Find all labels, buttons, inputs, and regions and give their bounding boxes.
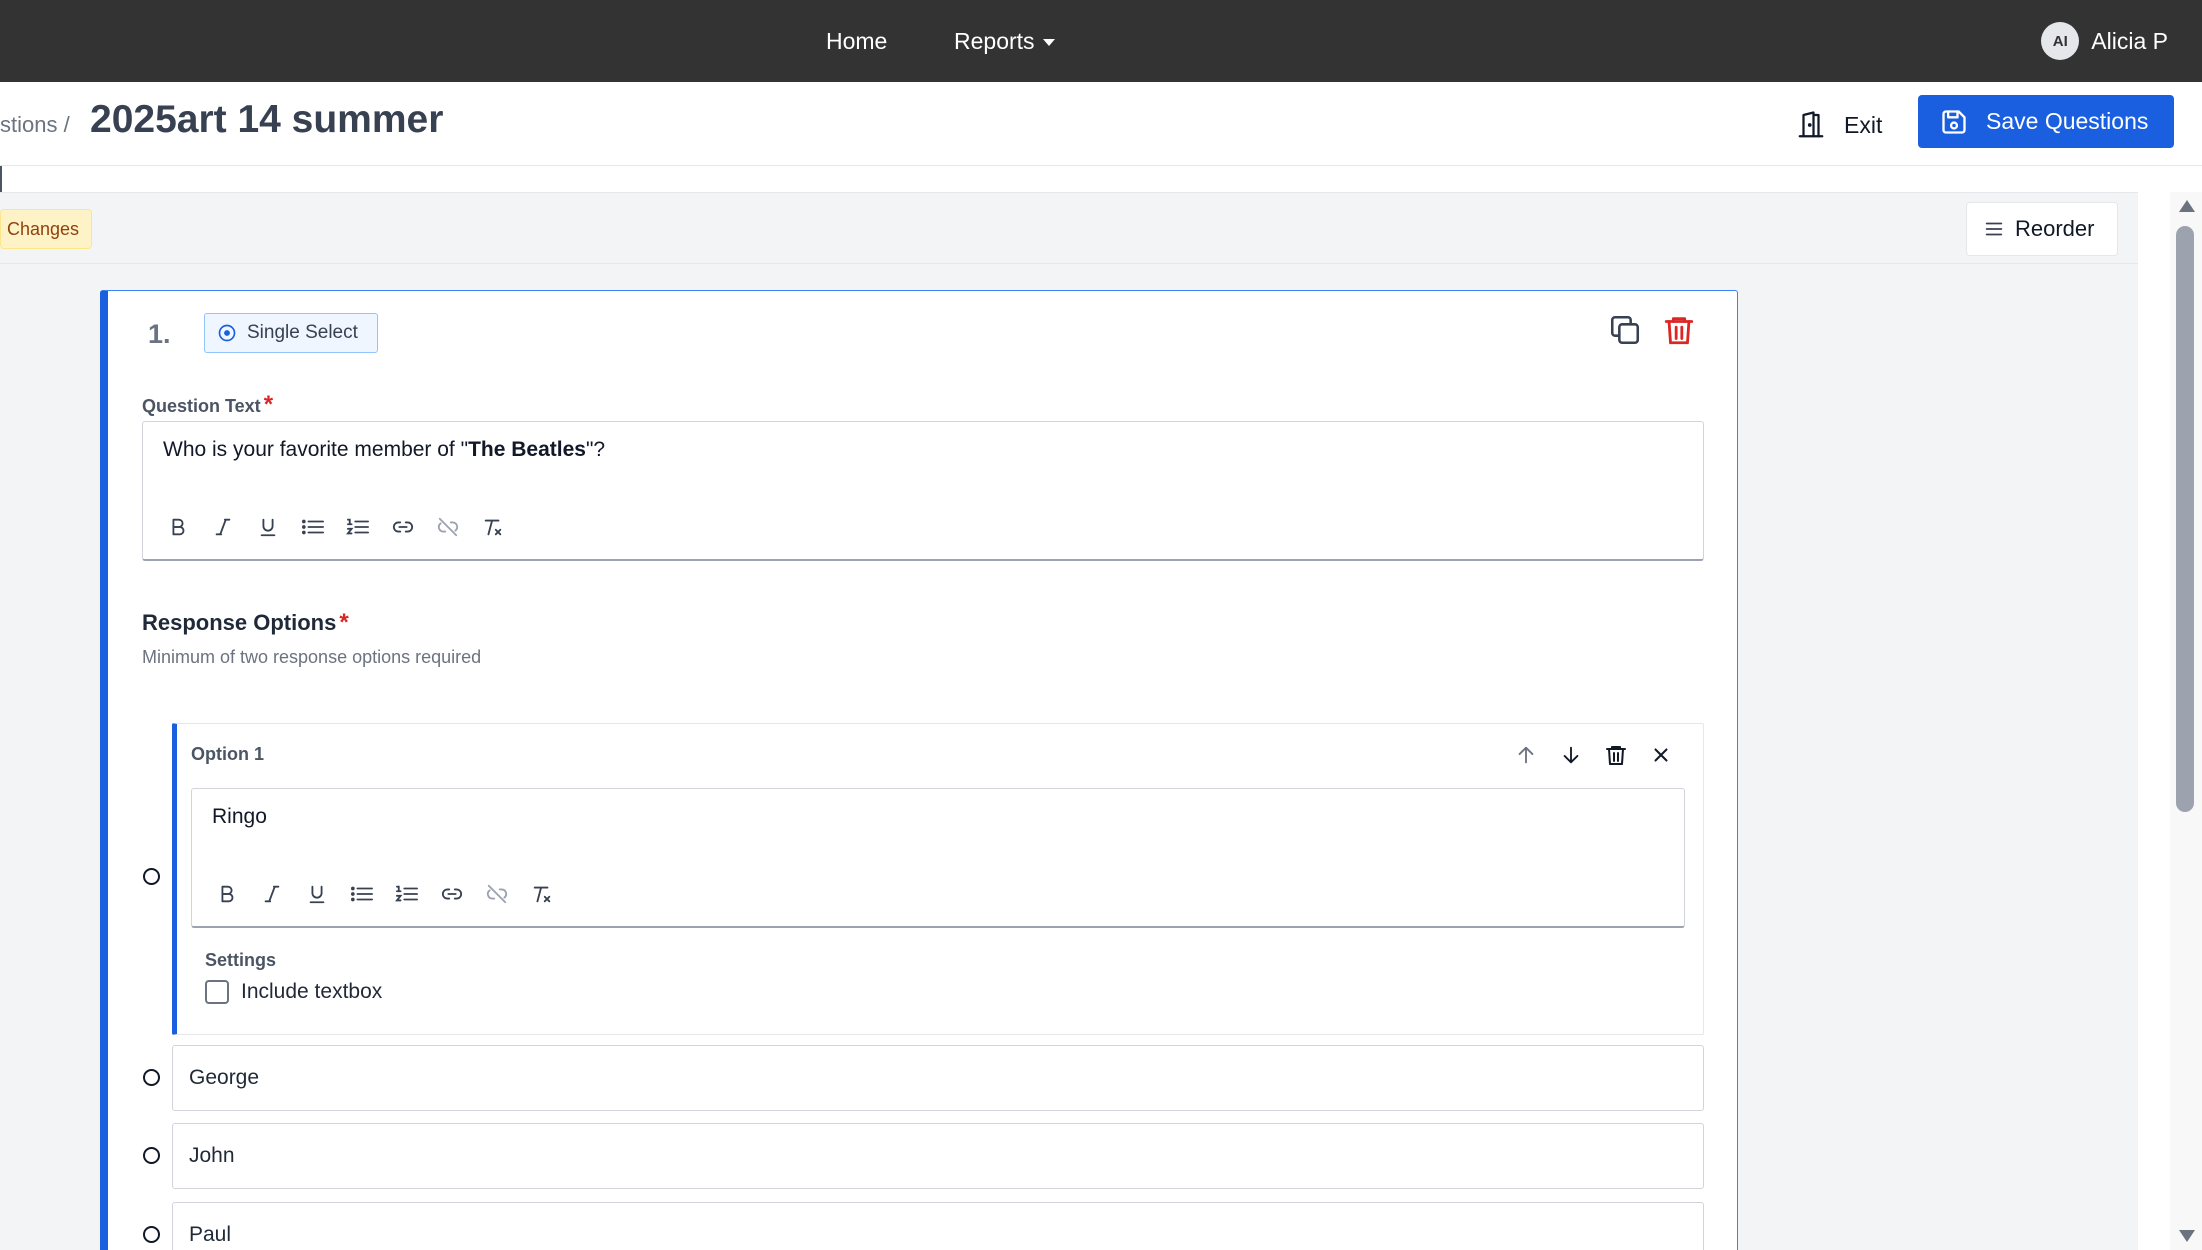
reorder-button[interactable]: Reorder	[1966, 202, 2118, 256]
required-marker: *	[263, 391, 274, 418]
user-name: Alicia P	[2091, 27, 2168, 54]
bold-icon[interactable]	[204, 877, 249, 911]
list-item[interactable]: Paul	[172, 1202, 1704, 1250]
question-type-label: Single Select	[247, 322, 358, 343]
include-textbox-row[interactable]: Include textbox	[205, 980, 382, 1004]
clear-format-icon[interactable]	[470, 510, 515, 544]
exit-button[interactable]: Exit	[1796, 102, 1882, 148]
unlink-icon[interactable]	[425, 510, 470, 544]
editor-toolbar: Changes Reorder	[0, 192, 2138, 264]
top-nav: Home Reports AI Alicia P	[0, 0, 2202, 82]
option-actions	[1503, 740, 1683, 770]
breadcrumb[interactable]: stions /	[0, 112, 70, 138]
numbered-list-icon[interactable]	[335, 510, 380, 544]
close-icon[interactable]	[1638, 740, 1683, 770]
caret-down-icon	[1042, 39, 1055, 47]
page-header: stions / 2025art 14 summer Exit Save Que…	[0, 82, 2202, 166]
question-text-label: Question Text *	[142, 391, 273, 419]
menu-lines-icon	[1985, 222, 2003, 236]
underline-icon[interactable]	[245, 510, 290, 544]
option-text-editor[interactable]: Ringo	[191, 788, 1685, 928]
page-title: 2025art 14 summer	[90, 98, 444, 141]
nav-reports-dropdown[interactable]: Reports	[954, 0, 1055, 82]
scrollbar-thumb[interactable]	[2176, 226, 2194, 812]
clear-format-icon[interactable]	[519, 877, 564, 911]
save-label: Save Questions	[1986, 108, 2149, 134]
bullet-list-icon[interactable]	[339, 877, 384, 911]
option-text-content[interactable]: Ringo	[212, 805, 267, 829]
save-questions-button[interactable]: Save Questions	[1918, 95, 2174, 148]
question-text-label-text: Question Text	[142, 396, 261, 416]
scroll-up-icon[interactable]	[2179, 200, 2195, 212]
changes-badge: Changes	[0, 209, 93, 249]
numbered-list-icon[interactable]	[384, 877, 429, 911]
underline-icon[interactable]	[294, 877, 339, 911]
rich-text-toolbar	[204, 877, 564, 911]
italic-icon[interactable]	[200, 510, 245, 544]
question-text-bold: The Beatles	[468, 438, 586, 461]
arrow-up-icon[interactable]	[1503, 740, 1548, 770]
settings-label: Settings	[205, 950, 277, 970]
unlink-icon[interactable]	[474, 877, 519, 911]
response-options-title-text: Response Options	[142, 610, 337, 635]
exit-label: Exit	[1844, 111, 1883, 138]
option-radio[interactable]	[143, 868, 160, 885]
list-item[interactable]: John	[172, 1123, 1704, 1189]
delete-question-icon[interactable]	[1662, 313, 1696, 352]
avatar: AI	[2041, 22, 2080, 60]
question-type-badge: Single Select	[204, 313, 378, 353]
save-icon	[1942, 109, 1966, 134]
option-radio[interactable]	[143, 1069, 160, 1086]
option-editor-panel: Option 1 Ringo Settings Include textbox	[172, 723, 1704, 1035]
user-menu[interactable]: AI Alicia P	[2041, 22, 2168, 60]
include-textbox-checkbox[interactable]	[205, 980, 229, 1004]
include-textbox-label: Include textbox	[241, 980, 383, 1003]
option-radio[interactable]	[143, 1147, 160, 1164]
bold-icon[interactable]	[155, 510, 200, 544]
rich-text-toolbar	[155, 510, 515, 544]
response-options-help: Minimum of two response options required	[142, 647, 482, 667]
reorder-label: Reorder	[2015, 216, 2095, 241]
link-icon[interactable]	[380, 510, 425, 544]
question-text-content[interactable]: Who is your favorite member of "The Beat…	[163, 438, 605, 462]
link-icon[interactable]	[429, 877, 474, 911]
bullet-list-icon[interactable]	[290, 510, 335, 544]
question-text-editor[interactable]: Who is your favorite member of "The Beat…	[142, 421, 1704, 561]
scroll-down-icon[interactable]	[2179, 1230, 2195, 1242]
nav-home-link[interactable]: Home	[826, 0, 887, 82]
trash-icon[interactable]	[1593, 740, 1638, 770]
duplicate-icon[interactable]	[1608, 313, 1642, 352]
question-text-prefix: Who is your favorite member of "	[163, 438, 469, 461]
option-title: Option 1	[191, 744, 264, 764]
door-exit-icon	[1798, 111, 1824, 138]
question-card: 1. Single Select Question Text * Who is y…	[100, 290, 1738, 1250]
question-number: 1.	[148, 319, 171, 349]
italic-icon[interactable]	[249, 877, 294, 911]
arrow-down-icon[interactable]	[1548, 740, 1593, 770]
option-radio[interactable]	[143, 1226, 160, 1243]
nav-reports-label: Reports	[954, 28, 1035, 54]
scrollbar[interactable]	[2170, 192, 2202, 1250]
list-item[interactable]: George	[172, 1045, 1704, 1111]
response-options-title: Response Options *	[142, 609, 349, 637]
radio-target-icon	[218, 324, 236, 342]
required-marker: *	[339, 609, 349, 636]
content-area: 1. Single Select Question Text * Who is y…	[0, 264, 2138, 1250]
question-text-suffix: "?	[585, 438, 606, 461]
